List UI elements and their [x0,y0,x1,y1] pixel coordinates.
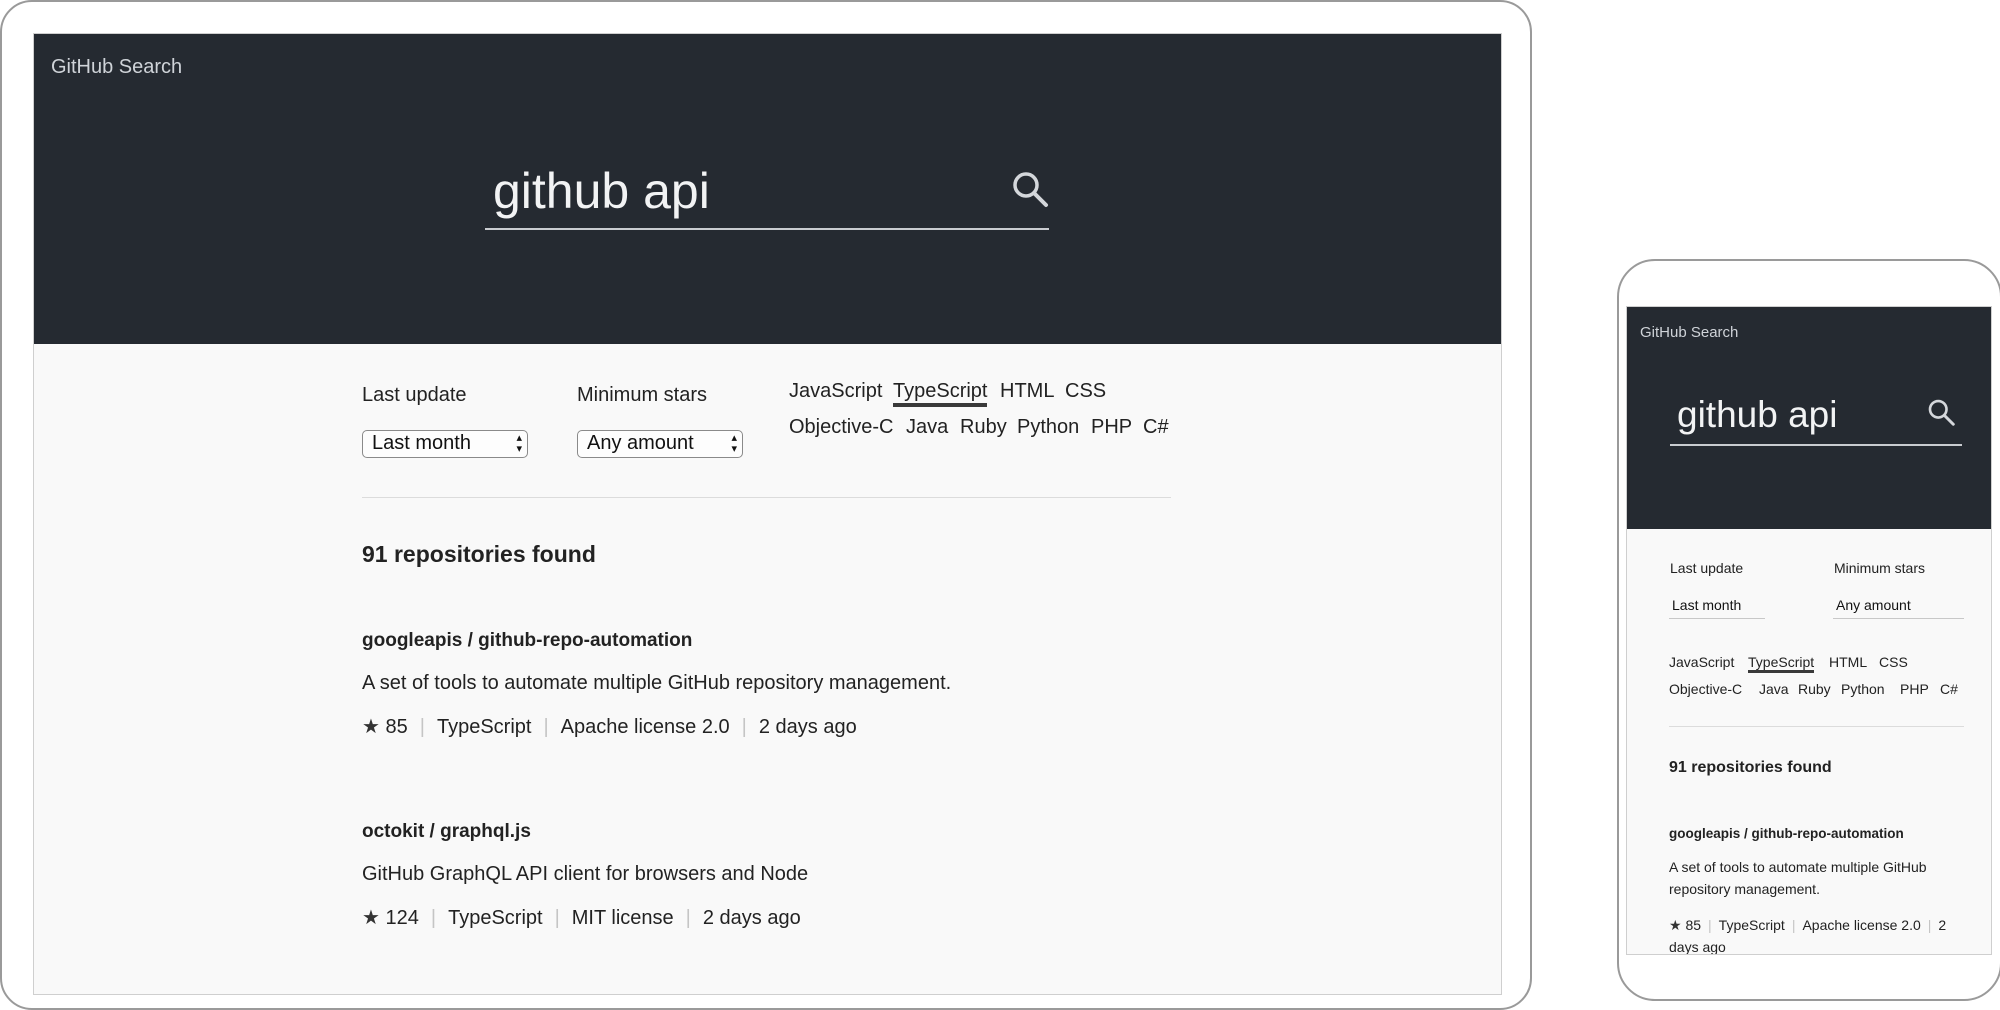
header: GitHub Search [1627,307,1991,529]
minimum-stars-label: Minimum stars [1834,560,1926,576]
language-php[interactable]: PHP [1091,416,1132,439]
repo-meta: ★ 85 | TypeScript | Apache license 2.0 | 2 day… [1669,917,1947,955]
language-java[interactable]: Java [1759,681,1789,697]
language-csharp[interactable]: C# [1940,681,1958,697]
repo-title[interactable]: googleapis / github-repo-automation [362,630,692,652]
repo-description: GitHub GraphQL API client for browsers a… [362,863,809,885]
search-input[interactable] [493,158,983,224]
minimum-stars-select[interactable]: Any amount ▴ ▾ [577,430,743,458]
search-icon[interactable] [1927,398,1957,428]
minimum-stars-value: Any amount [587,432,694,454]
last-update-value: Last month [372,432,471,454]
repo-language: TypeScript [1718,917,1785,933]
star-icon: ★ [362,907,380,929]
language-css[interactable]: CSS [1879,654,1908,670]
language-html[interactable]: HTML [1000,380,1054,403]
language-ruby[interactable]: Ruby [1798,681,1831,697]
last-update-select[interactable]: Last month ▴ ▾ [362,430,528,458]
language-java[interactable]: Java [906,416,948,439]
up-down-caret-icon: ▴ ▾ [731,432,737,455]
search-bar [485,156,1049,230]
app-title[interactable]: GitHub Search [51,56,182,79]
repo-stars: 85 [1685,917,1702,933]
last-update-value: Last month [1672,597,1742,613]
results-count: 91 repositories found [1669,759,1832,776]
repo-meta: ★ 124 | TypeScript | MIT license | 2 days ago [362,907,801,929]
repo-license: Apache license 2.0 [560,716,730,738]
repo-title[interactable]: googleapis / github-repo-automation [1669,826,1904,841]
desktop-screen: GitHub Search Last update Last month ▴▾ … [33,33,1502,995]
up-down-caret-icon: ▴ ▾ [516,432,522,455]
app-title[interactable]: GitHub Search [1640,324,1738,341]
language-python[interactable]: Python [1017,416,1079,439]
repo-title[interactable]: octokit / graphql.js [362,821,531,843]
header: GitHub Search [34,34,1501,344]
language-javascript[interactable]: JavaScript [1669,654,1734,670]
last-update-label: Last update [362,384,467,406]
language-ruby[interactable]: Ruby [960,416,1007,439]
minimum-stars-value: Any amount [1836,597,1911,613]
language-objective-c[interactable]: Objective-C [1669,681,1742,697]
mobile-screen: GitHub Search Last update Last month Min… [1626,306,1992,955]
repo-stars: 124 [385,907,419,929]
search-input[interactable] [1677,390,1927,440]
search-bar [1670,388,1962,446]
repo-meta: ★ 85 | TypeScript | Apache license 2.0 | 2 day… [362,716,857,738]
last-update-label: Last update [1670,560,1744,576]
language-objective-c[interactable]: Objective-C [789,416,893,439]
language-javascript[interactable]: JavaScript [789,380,882,403]
filters-divider [1669,726,1964,727]
language-php[interactable]: PHP [1900,681,1929,697]
repo-license: MIT license [571,907,674,929]
filters-divider [362,497,1171,498]
last-update-select[interactable]: Last month [1669,595,1765,619]
repo-stars: 85 [385,716,408,738]
minimum-stars-label: Minimum stars [577,384,708,406]
star-icon: ★ [362,716,380,738]
language-typescript[interactable]: TypeScript [893,380,988,407]
repo-description: A set of tools to automate multiple GitH… [1669,859,1927,897]
search-icon[interactable] [1011,170,1051,210]
repo-updated: 2 days ago [758,716,857,738]
minimum-stars-select[interactable]: Any amount [1833,595,1964,619]
repo-language: TypeScript [436,716,532,738]
language-csharp[interactable]: C# [1143,416,1169,439]
language-html[interactable]: HTML [1829,654,1867,670]
repo-updated: 2 days ago [702,907,801,929]
repo-description: A set of tools to automate multiple GitH… [362,672,952,694]
repo-language: TypeScript [448,907,543,929]
repo-license: Apache license 2.0 [1802,917,1921,933]
language-python[interactable]: Python [1841,681,1885,697]
language-css[interactable]: CSS [1065,380,1106,403]
language-typescript[interactable]: TypeScript [1748,654,1815,673]
star-icon: ★ [1669,917,1682,933]
results-count: 91 repositories found [362,541,596,567]
